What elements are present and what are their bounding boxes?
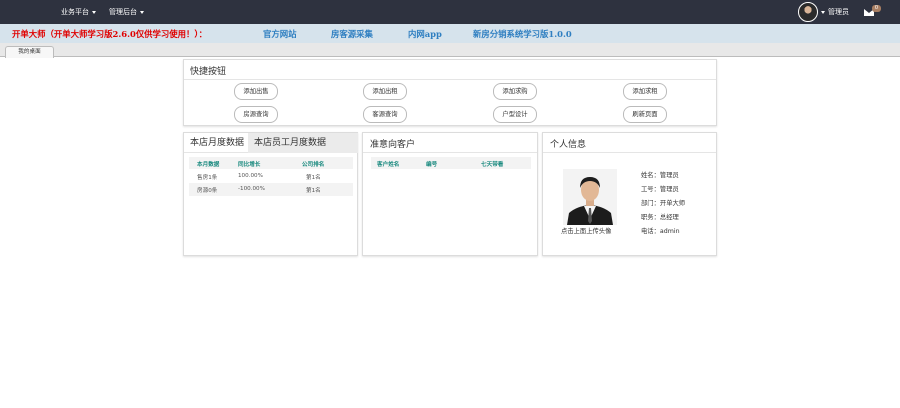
customers-title: 准意向客户 xyxy=(370,140,416,150)
add-sale-button[interactable]: 添加出售 xyxy=(234,83,278,100)
user-name: 管理员 xyxy=(828,8,849,16)
profile-title: 个人信息 xyxy=(550,140,587,150)
table-cell: 房源0条 xyxy=(197,188,218,194)
link-official-site[interactable]: 官方网站 xyxy=(263,28,297,40)
info-value: 管理员 xyxy=(659,172,679,179)
column-header: 公司排名 xyxy=(302,161,325,168)
table-row: 售房1条 100.00% 第1名 xyxy=(189,170,353,183)
table-cell: 售房1条 xyxy=(197,175,218,181)
tab-my-desktop[interactable]: 我的桌面 xyxy=(5,46,54,58)
link-listing-collection[interactable]: 房客源采集 xyxy=(331,28,373,40)
column-header: 客户姓名 xyxy=(377,161,400,168)
user-menu[interactable]: 管理员 xyxy=(798,2,849,22)
info-department: 部门：开单大师 xyxy=(641,198,685,207)
tab-staff-monthly[interactable]: 本店员工月度数据 xyxy=(248,133,358,153)
table-header: 本月数据 同比增长 公司排名 xyxy=(189,157,353,169)
panel-header xyxy=(184,60,716,80)
info-value: 总经理 xyxy=(659,214,679,221)
info-label: 电话： xyxy=(641,228,660,235)
chevron-down-icon xyxy=(140,10,144,14)
personal-info-panel: 个人信息 点击上面上传头像 姓名：管理员 工号：管理员 部门：开单大师 职务：总… xyxy=(542,132,717,256)
table-cell: 第1名 xyxy=(306,188,321,194)
table-cell: 100.00% xyxy=(238,173,263,179)
info-employee-id: 工号：管理员 xyxy=(641,184,679,193)
nav-admin-backend[interactable]: 管理后台 xyxy=(109,7,144,17)
column-header: 编号 xyxy=(426,161,438,168)
table-row: 房源0条 -100.00% 第1名 xyxy=(189,183,353,196)
info-value: admin xyxy=(659,228,680,235)
quick-buttons-title: 快捷按钮 xyxy=(190,67,227,77)
info-position: 职务：总经理 xyxy=(641,212,679,221)
monthly-data-panel: 本店月度数据 本店员工月度数据 本月数据 同比增长 公司排名 售房1条 100.… xyxy=(183,132,358,256)
profile-photo[interactable] xyxy=(563,169,617,225)
info-label: 职务： xyxy=(641,214,660,221)
column-header: 本月数据 xyxy=(197,161,220,168)
link-new-home-distribution[interactable]: 新房分销系统学习版1.0.0 xyxy=(473,28,572,40)
table-cell: -100.00% xyxy=(238,186,265,192)
prospective-customers-panel: 准意向客户 客户姓名 编号 七天带看 xyxy=(362,132,538,256)
floor-plan-button[interactable]: 户型设计 xyxy=(493,106,537,123)
info-label: 姓名： xyxy=(641,172,660,179)
client-search-button[interactable]: 客源查询 xyxy=(363,106,407,123)
tab-store-monthly[interactable]: 本店月度数据 xyxy=(184,133,250,153)
add-rent-request-button[interactable]: 添加求租 xyxy=(623,83,667,100)
add-buy-request-button[interactable]: 添加求购 xyxy=(493,83,537,100)
column-header: 同比增长 xyxy=(238,161,261,168)
mail-badge: 0 xyxy=(872,5,881,12)
nav-business-platform-label: 业务平台 xyxy=(61,8,89,16)
upload-avatar-hint[interactable]: 点击上面上传头像 xyxy=(561,226,611,235)
column-header: 七天带看 xyxy=(481,161,504,168)
top-bar: 业务平台 管理后台 管理员 0 xyxy=(0,0,900,24)
banner-title: 开单大师（开单大师学习版2.6.0仅供学习使用！）： xyxy=(12,29,207,39)
avatar xyxy=(798,2,818,22)
info-value: 管理员 xyxy=(659,186,679,193)
info-name: 姓名：管理员 xyxy=(641,170,679,179)
refresh-page-button[interactable]: 刷新页面 xyxy=(623,106,667,123)
banner: 开单大师（开单大师学习版2.6.0仅供学习使用！）： 官方网站 房客源采集 内网… xyxy=(0,24,900,43)
nav-admin-backend-label: 管理后台 xyxy=(109,8,137,16)
chevron-down-icon xyxy=(92,10,96,14)
person-photo-icon xyxy=(563,169,617,225)
quick-buttons-panel: 快捷按钮 添加出售 添加出租 添加求购 添加求租 房源查询 客源查询 户型设计 … xyxy=(183,59,717,126)
info-label: 工号： xyxy=(641,186,660,193)
link-intranet-app[interactable]: 内网app xyxy=(408,28,442,40)
nav-business-platform[interactable]: 业务平台 xyxy=(61,7,96,17)
info-label: 部门： xyxy=(641,200,660,207)
info-value: 开单大师 xyxy=(659,200,686,207)
property-search-button[interactable]: 房源查询 xyxy=(234,106,278,123)
info-phone: 电话：admin xyxy=(641,226,680,235)
chevron-down-icon xyxy=(821,10,825,14)
table-header: 客户姓名 编号 七天带看 xyxy=(371,157,531,169)
tab-strip: 我的桌面 xyxy=(0,43,900,58)
table-cell: 第1名 xyxy=(306,175,321,181)
add-rent-button[interactable]: 添加出租 xyxy=(363,83,407,100)
